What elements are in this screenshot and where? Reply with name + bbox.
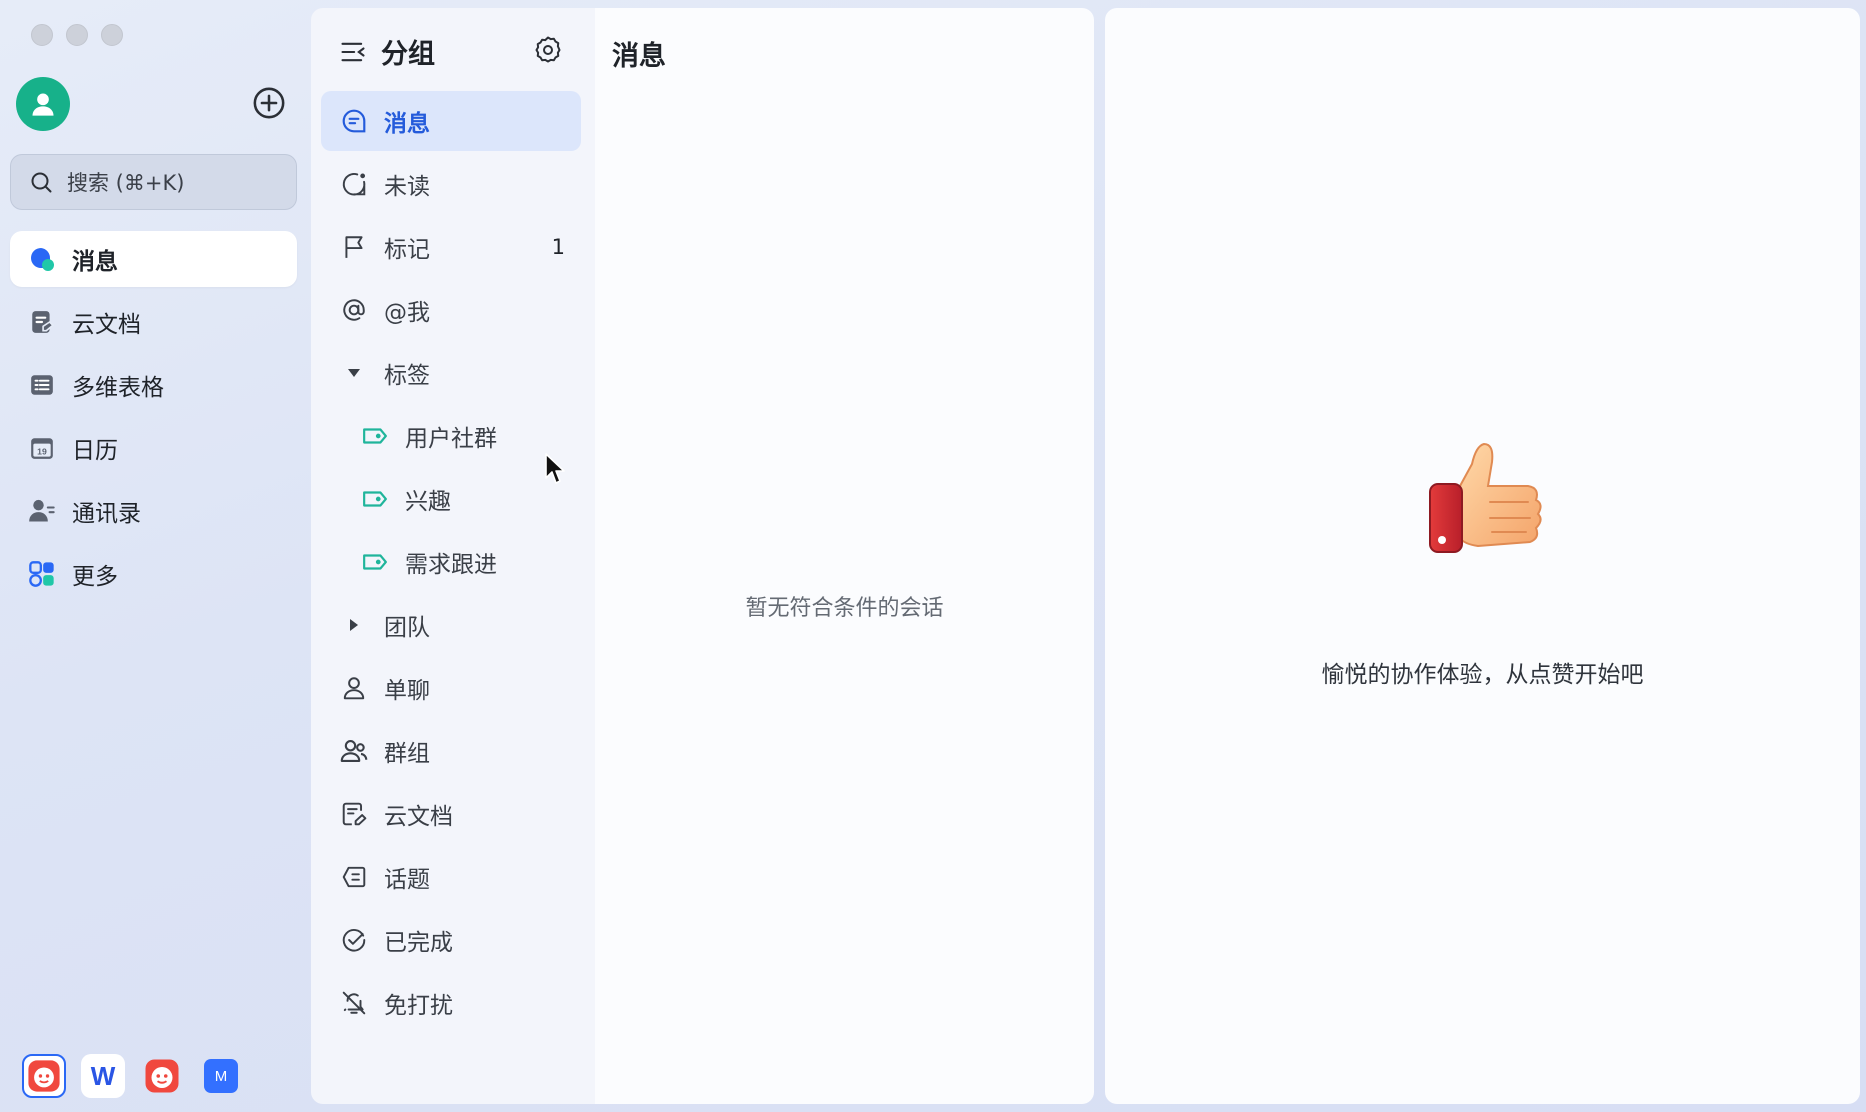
group-item-label: 免打扰 <box>384 993 453 1019</box>
group-item-label: 团队 <box>384 615 430 641</box>
doc-outline-icon <box>340 800 368 828</box>
unread-icon <box>340 170 368 198</box>
group-list: 消息 未读 标记 1 @我 标签 用户社群 兴趣 需求跟进 团队 单聊 群组 云… <box>321 91 581 1036</box>
check-circle-icon <box>340 926 368 954</box>
tag-label: 用户社群 <box>405 426 497 452</box>
collapse-sidebar-icon[interactable] <box>339 38 367 66</box>
user-avatar[interactable] <box>16 77 70 131</box>
main-nav: 消息 云文档 多维表格 19 日历 通讯录 更多 <box>10 231 297 609</box>
tag-item-interest[interactable]: 兴趣 <box>321 469 581 529</box>
group-item-label: 话题 <box>384 867 430 893</box>
chat-bubble-icon <box>28 245 56 273</box>
nav-item-more[interactable]: 更多 <box>10 546 297 602</box>
search-placeholder: 搜索 (⌘+K) <box>67 171 185 195</box>
tag-label: 需求跟进 <box>405 552 497 578</box>
doc-icon <box>28 308 56 336</box>
group-item-label: 标记 <box>384 237 430 263</box>
group-item-messages[interactable]: 消息 <box>321 91 581 151</box>
group-item-topics[interactable]: 话题 <box>321 847 581 907</box>
message-list-title: 消息 <box>612 41 666 72</box>
meeting-app-letter: M <box>214 1067 228 1085</box>
tag-icon <box>361 548 389 576</box>
app-dock: W M <box>22 1054 243 1098</box>
nav-label: 多维表格 <box>72 375 164 401</box>
nav-label: 更多 <box>72 564 118 590</box>
calendar-icon: 19 <box>28 434 56 462</box>
nav-item-docs[interactable]: 云文档 <box>10 294 297 350</box>
group-panel-header: 分组 <box>339 32 435 71</box>
group-item-label: @我 <box>384 300 430 326</box>
tag-label: 兴趣 <box>405 489 451 515</box>
table-icon <box>28 371 56 399</box>
gear-icon[interactable] <box>533 35 563 65</box>
topic-icon <box>340 863 368 891</box>
search-box[interactable]: 搜索 (⌘+K) <box>10 154 297 210</box>
flagged-count-badge: 1 <box>551 235 565 259</box>
group-item-unread[interactable]: 未读 <box>321 154 581 214</box>
group-item-teams[interactable]: 团队 <box>321 595 581 655</box>
left-sidebar: 搜索 (⌘+K) 消息 云文档 多维表格 19 日历 通讯录 更多 W M <box>0 0 310 1112</box>
nav-item-contacts[interactable]: 通讯录 <box>10 483 297 539</box>
nav-item-calendar[interactable]: 19 日历 <box>10 420 297 476</box>
word-app-icon: W <box>90 1060 116 1091</box>
group-people-icon <box>340 737 368 765</box>
group-item-groups[interactable]: 群组 <box>321 721 581 781</box>
group-item-done[interactable]: 已完成 <box>321 910 581 970</box>
group-panel-title: 分组 <box>381 39 435 70</box>
robot-icon <box>145 1059 179 1093</box>
group-panel: 分组 消息 未读 标记 1 @我 标签 用户社群 兴趣 需求跟进 团队 单聊 群… <box>311 8 595 1104</box>
group-item-label: 标签 <box>384 363 430 389</box>
tag-item-followup[interactable]: 需求跟进 <box>321 532 581 592</box>
message-list-panel: 消息 暂无符合条件的会话 <box>595 8 1094 1104</box>
bell-off-icon <box>340 989 368 1017</box>
caret-down-icon <box>340 359 368 387</box>
apps-icon <box>28 560 56 588</box>
nav-label: 云文档 <box>72 312 141 338</box>
group-item-label: 消息 <box>384 111 430 137</box>
group-item-label: 已完成 <box>384 930 453 956</box>
at-sign-icon <box>340 296 368 324</box>
tag-item-community[interactable]: 用户社群 <box>321 406 581 466</box>
group-item-mentions[interactable]: @我 <box>321 280 581 340</box>
add-circle-icon[interactable] <box>252 86 286 120</box>
group-item-label: 未读 <box>384 174 430 200</box>
thumbs-up-icon <box>1429 442 1542 553</box>
contacts-icon <box>28 497 56 525</box>
calendar-day: 19 <box>37 447 47 457</box>
group-item-label: 云文档 <box>384 804 453 830</box>
tag-icon <box>361 422 389 450</box>
group-item-docs[interactable]: 云文档 <box>321 784 581 844</box>
group-item-single-chat[interactable]: 单聊 <box>321 658 581 718</box>
flag-icon <box>340 233 368 261</box>
robot-icon <box>28 1060 60 1092</box>
person-icon <box>32 93 54 116</box>
nav-item-messages[interactable]: 消息 <box>10 231 297 287</box>
group-item-flagged[interactable]: 标记 1 <box>321 217 581 277</box>
content-panel: 愉悦的协作体验，从点赞开始吧 <box>1105 8 1860 1104</box>
nav-item-base[interactable]: 多维表格 <box>10 357 297 413</box>
group-item-tags[interactable]: 标签 <box>321 343 581 403</box>
dock-app-bot-active[interactable] <box>22 1054 66 1098</box>
nav-label: 通讯录 <box>72 501 141 527</box>
dock-app-meeting[interactable]: M <box>199 1054 243 1098</box>
search-icon <box>31 172 52 193</box>
group-item-label: 群组 <box>384 741 430 767</box>
empty-state-text: 暂无符合条件的会话 <box>745 596 944 621</box>
caret-right-icon <box>340 611 368 639</box>
tag-icon <box>361 485 389 513</box>
meeting-app-icon: M <box>204 1059 238 1093</box>
dock-app-bot[interactable] <box>140 1054 184 1098</box>
content-hint-text: 愉悦的协作体验，从点赞开始吧 <box>1321 662 1644 688</box>
person-outline-icon <box>340 674 368 702</box>
app-window: 搜索 (⌘+K) 消息 云文档 多维表格 19 日历 通讯录 更多 W M 分组… <box>0 0 1866 1112</box>
nav-label: 日历 <box>72 438 118 464</box>
dock-app-word[interactable]: W <box>81 1054 125 1098</box>
group-item-label: 单聊 <box>384 678 430 704</box>
group-item-mute[interactable]: 免打扰 <box>321 973 581 1033</box>
chat-icon <box>340 107 368 135</box>
nav-label: 消息 <box>72 249 118 275</box>
